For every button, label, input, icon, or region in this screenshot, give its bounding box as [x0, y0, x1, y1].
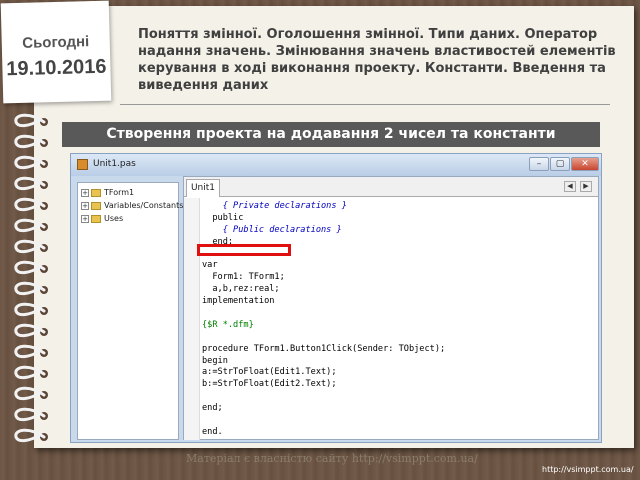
binder-ring — [14, 428, 46, 443]
binder-ring — [14, 302, 46, 317]
watermark-text: Матеріал є власністю сайту http://vsimpp… — [186, 452, 478, 465]
title-divider — [120, 104, 610, 105]
code-line: public — [202, 212, 244, 223]
binder-ring — [14, 344, 46, 359]
tree-item-variables-constants[interactable]: + Variables/Constants — [78, 200, 183, 212]
editor-tabbar: Unit1 ◀ ▶ — [184, 177, 598, 197]
highlight-box — [197, 244, 291, 256]
binder-ring — [14, 365, 46, 380]
code-line: { Public declarations } — [202, 224, 342, 235]
binder-ring — [14, 113, 46, 128]
tree-item-label: TForm1 — [104, 188, 135, 197]
binder-ring — [14, 281, 46, 296]
ide-window-title: Unit1.pas — [93, 159, 136, 169]
delphi-file-icon — [77, 159, 88, 170]
date-value: 19.10.2016 — [6, 55, 107, 81]
expand-icon[interactable]: + — [81, 202, 89, 210]
code-line: end; — [202, 403, 223, 414]
slide-title: Поняття змінної. Оголошення змінної. Тип… — [138, 26, 618, 94]
title-line: виведення даних — [138, 78, 269, 93]
code-line: end. — [202, 426, 223, 437]
tree-item-label: Variables/Constants — [104, 201, 184, 210]
title-line: Поняття змінної. Оголошення змінної. Тип… — [138, 27, 598, 42]
tree-item-tform1[interactable]: + TForm1 — [78, 187, 178, 199]
tab-unit1[interactable]: Unit1 — [186, 179, 220, 197]
folder-icon — [91, 189, 101, 197]
binder-ring — [14, 155, 46, 170]
tab-scroll-left-icon[interactable]: ◀ — [564, 181, 576, 192]
folder-icon — [91, 215, 101, 223]
binder-ring — [14, 386, 46, 401]
code-editor[interactable]: Unit1 ◀ ▶ { Private declarations } publi… — [183, 176, 599, 440]
expand-icon[interactable]: + — [81, 189, 89, 197]
code-line: var — [202, 260, 218, 271]
code-area[interactable]: { Private declarations } public { Public… — [202, 201, 594, 439]
tree-item-label: Uses — [104, 214, 124, 223]
binder-ring — [14, 218, 46, 233]
binder-ring — [14, 134, 46, 149]
binder-ring — [14, 176, 46, 191]
tab-scroll-right-icon[interactable]: ▶ — [580, 181, 592, 192]
footer-url[interactable]: http://vsimppt.com.ua/ — [542, 465, 634, 474]
date-card: Сьогодні 19.10.2016 — [0, 0, 112, 104]
close-button[interactable]: ✕ — [571, 157, 599, 171]
code-line: Form1: TForm1; — [202, 272, 285, 283]
expand-icon[interactable]: + — [81, 215, 89, 223]
code-line: procedure TForm1.Button1Click(Sender: TO… — [202, 343, 446, 354]
code-line: begin — [202, 355, 228, 366]
folder-icon — [91, 202, 101, 210]
today-label: Сьогодні — [22, 33, 90, 52]
tree-item-uses[interactable]: + Uses — [78, 213, 178, 225]
code-line: b:=StrToFloat(Edit2.Text); — [202, 379, 337, 390]
ide-titlebar[interactable]: Unit1.pas – ▢ ✕ — [71, 154, 601, 176]
editor-gutter — [184, 198, 200, 440]
title-line: керування в ході виконання проекту. Конс… — [138, 61, 606, 76]
code-line: a,b,rez:real; — [202, 284, 280, 295]
maximize-button[interactable]: ▢ — [550, 157, 570, 171]
binder-ring — [14, 260, 46, 275]
section-banner: Створення проекта на додавання 2 чисел т… — [62, 122, 600, 147]
ide-window: Unit1.pas – ▢ ✕ + TForm1 + Variables/Con… — [70, 153, 602, 443]
binder-ring — [14, 239, 46, 254]
binder-ring — [14, 407, 46, 422]
code-explorer-tree: + TForm1 + Variables/Constants + Uses — [77, 182, 183, 440]
code-line: {$R *.dfm} — [202, 319, 254, 330]
code-line: implementation — [202, 296, 275, 307]
binder-ring — [14, 323, 46, 338]
code-line: { Private declarations } — [202, 201, 347, 211]
binder-ring — [14, 197, 46, 212]
code-line: a:=StrToFloat(Edit1.Text); — [202, 367, 337, 378]
title-line: надання значень. Змінювання значень влас… — [138, 44, 616, 59]
minimize-button[interactable]: – — [529, 157, 549, 171]
